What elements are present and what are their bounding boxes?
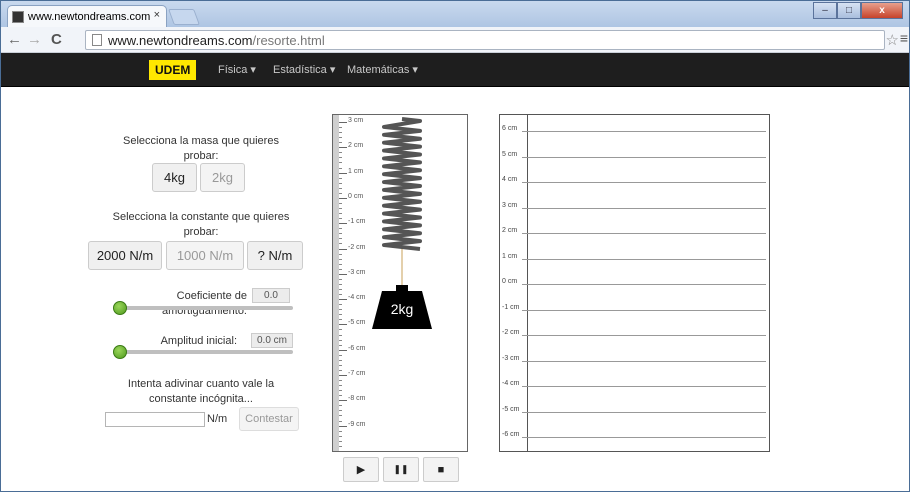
minimize-button[interactable]: – [813,2,837,19]
graph-gridline [522,309,766,311]
site-navbar: UDEM Física ▾ Estadística ▾ Matemáticas … [1,53,909,87]
guess-prompt: Intenta adivinar cuanto vale la constant… [127,378,275,405]
amplitude-label: Amplitud inicial: [160,335,237,347]
bookmark-star-icon[interactable]: ☆ [886,31,899,49]
graph-gridline [522,156,766,158]
graph-gridline [522,360,766,362]
damping-value: 0.0 [252,288,290,303]
graph-gridline [522,207,766,209]
amplitude-slider-track[interactable] [117,350,293,354]
url-host: www.newtondreams.com [108,32,253,48]
tab-title: www.newtondreams.com [28,10,151,23]
graph-tick-label: -5 cm [502,405,520,413]
url-path: /resorte.html [252,32,325,48]
graph-tick-label: -6 cm [502,431,520,438]
mass-2kg-button[interactable]: 2kg [200,163,245,192]
brand-logo[interactable]: UDEM [149,60,197,80]
damping-slider-handle[interactable] [113,301,127,315]
nav-estadistica[interactable]: Estadística ▾ [273,63,335,76]
graph-tick-label: 3 cm [502,201,518,209]
graph-tick-label: -1 cm [502,303,520,311]
answer-button[interactable]: Contestar [239,407,299,431]
window-controls: – □ x [813,2,903,19]
stop-button[interactable]: ■ [423,457,459,482]
graph-gridline [522,411,766,413]
pause-button[interactable]: ❚❚ [383,457,419,482]
favicon-icon [12,10,24,23]
nav-matematicas[interactable]: Matemáticas ▾ [347,63,418,76]
graph-gridline [522,284,766,285]
graph-tick-label: 6 cm [502,125,518,132]
maximize-button[interactable]: □ [837,2,861,19]
damping-slider-track[interactable] [117,306,293,310]
spring-simulation: 3 cm 2 cm 1 cm 0 cm -1 cm -2 cm -3 cm -4 cm -5 c… [332,114,468,452]
amplitude-value: 0.0 cm [251,333,293,348]
address-toolbar: ← → C www.newtondreams.com/resorte.html … [1,27,909,53]
graph-tick-label: -3 cm [502,354,520,362]
graph-gridline [522,437,766,438]
page-icon [92,34,102,46]
constant-prompt: Selecciona la constante que quieres prob… [112,211,290,238]
weight-label: 2kg [390,301,414,317]
answer-unit-label: N/m [207,413,228,425]
graph-gridline [522,131,766,132]
graph-tick-label: 2 cm [502,227,518,234]
graph-gridline [522,233,766,234]
graph-gridline [522,182,766,183]
graph-gridline [522,335,766,336]
graph-gridline [522,386,766,387]
amplitude-slider-handle[interactable] [113,345,127,359]
mass-prompt: Selecciona la masa que quieres probar: [123,135,279,162]
spring-coil [382,117,422,251]
graph-tick-label: 5 cm [502,150,518,158]
mass-4kg-button[interactable]: 4kg [152,163,197,192]
back-icon[interactable]: ← [7,31,22,48]
graph-gridline [522,258,766,260]
graph-tick-label: 4 cm [502,176,518,183]
graph-y-axis [527,115,528,451]
forward-icon[interactable]: → [27,31,42,48]
menu-icon[interactable]: ≡ [900,30,908,46]
play-button[interactable]: ▶ [343,457,379,482]
reload-icon[interactable]: C [51,31,62,48]
title-bar: www.newtondreams.com × – □ x [1,1,909,27]
tab-close-icon[interactable]: × [154,9,160,21]
url-bar[interactable]: www.newtondreams.com/resorte.html [85,30,885,50]
spring-drawing [382,117,422,287]
close-window-button[interactable]: x [861,2,903,19]
browser-window: www.newtondreams.com × – □ x ← → C www.n… [0,0,910,492]
graph-tick-label: -4 cm [502,380,520,387]
position-graph: 6 cm 5 cm 4 cm 3 cm 2 cm 1 cm 0 cm -1 cm -2 cm -3… [499,114,770,452]
graph-tick-label: 1 cm [502,252,518,260]
nav-fisica[interactable]: Física ▾ [218,63,256,76]
constant-1000-button[interactable]: 1000 N/m [166,241,244,270]
new-tab-button[interactable] [168,9,200,25]
weight-block: 2kg [370,285,434,331]
constant-2000-button[interactable]: 2000 N/m [88,241,162,270]
answer-input[interactable] [105,412,205,427]
constant-unknown-button[interactable]: ? N/m [247,241,303,270]
graph-tick-label: -2 cm [502,329,520,336]
damping-label: Coeficiente de amortiguamiento: [162,290,247,317]
graph-tick-label: 0 cm [502,278,518,285]
browser-tab[interactable]: www.newtondreams.com × [7,5,167,27]
playback-controls: ▶ ❚❚ ■ [343,457,463,482]
